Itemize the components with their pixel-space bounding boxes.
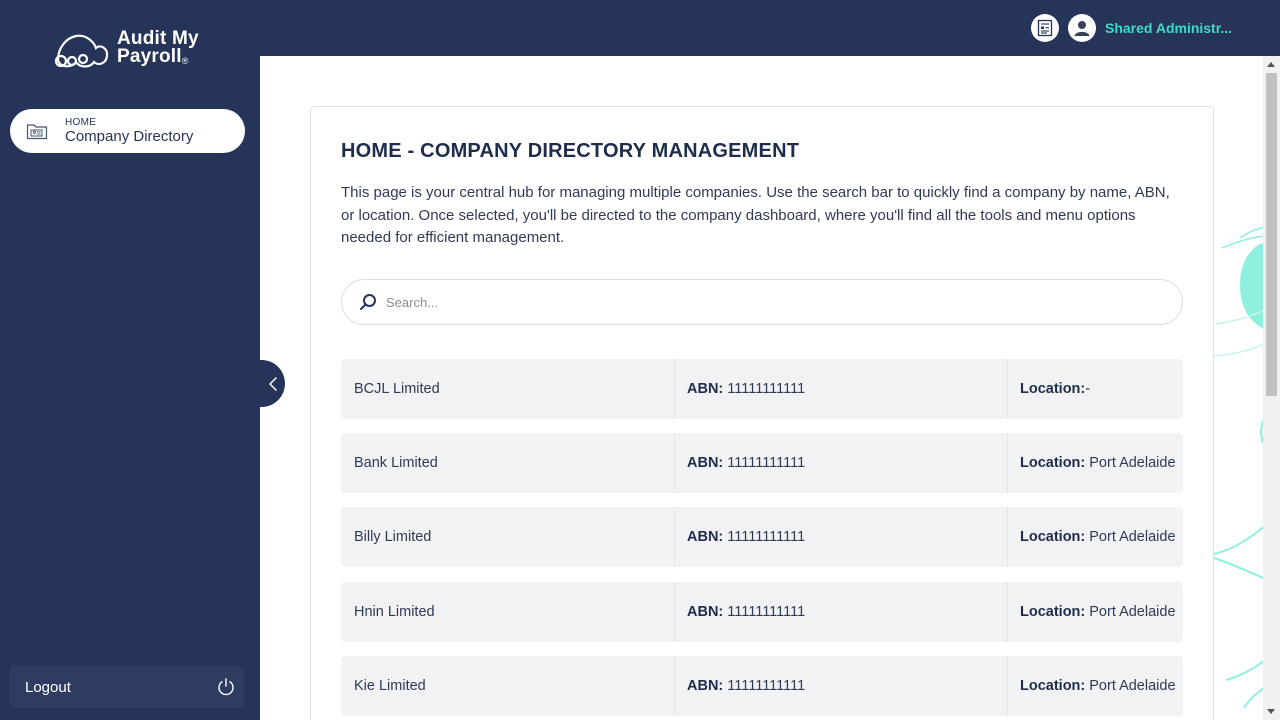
search-bar[interactable] — [341, 279, 1183, 325]
abn-value: 11111111111 — [727, 604, 806, 620]
company-abn: ABN: 11111111111 — [687, 359, 805, 419]
column-divider — [1007, 656, 1008, 716]
top-bar: Shared Administr... — [260, 0, 1280, 56]
page-scrollbar[interactable] — [1263, 56, 1280, 720]
company-location: Location: Port Adelaide — [1020, 507, 1176, 567]
company-name: Bank Limited — [354, 455, 438, 471]
location-label: Location: — [1020, 381, 1086, 397]
main-content: HOME - COMPANY DIRECTORY MANAGEMENT This… — [260, 56, 1263, 720]
company-abn: ABN: 11111111111 — [687, 656, 805, 716]
search-input[interactable] — [386, 294, 1182, 310]
scroll-up-arrow[interactable] — [1267, 62, 1275, 67]
power-icon — [218, 678, 234, 696]
sidebar-item-company-directory[interactable]: HOME Company Directory — [10, 109, 245, 153]
company-name: Kie Limited — [354, 678, 426, 694]
location-value: Port Adelaide — [1089, 604, 1176, 620]
chevron-left-icon — [268, 376, 277, 391]
location-value: - — [1085, 381, 1091, 397]
abn-label: ABN: — [687, 381, 724, 397]
company-location: Location: Port Adelaide — [1020, 433, 1176, 493]
nav-item-label: Company Directory — [65, 127, 194, 145]
brand-line-2: Payroll — [117, 46, 182, 67]
logout-button[interactable]: Logout — [10, 666, 244, 708]
column-divider — [674, 656, 675, 716]
column-divider — [1007, 582, 1008, 642]
nav-item-kicker: HOME — [65, 116, 97, 128]
location-label: Location: — [1020, 604, 1086, 620]
company-abn: ABN: 11111111111 — [687, 582, 805, 642]
location-label: Location: — [1020, 678, 1086, 694]
location-label: Location: — [1020, 455, 1086, 471]
avatar[interactable] — [1068, 14, 1096, 42]
company-row[interactable]: Kie Limited ABN: 11111111111 Location: Por… — [341, 656, 1183, 716]
company-row[interactable]: Hnin Limited ABN: 11111111111 Location: Po… — [341, 582, 1183, 642]
company-name: Hnin Limited — [354, 604, 435, 620]
abn-value: 11111111111 — [727, 678, 806, 694]
page-intro: This page is your central hub for managi… — [341, 184, 1170, 246]
column-divider — [674, 359, 675, 419]
company-row[interactable]: Billy Limited ABN: 11111111111 Location: P… — [341, 507, 1183, 567]
company-row[interactable]: BCJL Limited ABN: 11111111111 Location: - — [341, 359, 1183, 419]
location-value: Port Adelaide — [1089, 455, 1176, 471]
scroll-down-arrow[interactable] — [1267, 709, 1275, 714]
abn-label: ABN: — [687, 604, 724, 620]
decorative-waves — [1213, 226, 1263, 709]
location-label: Location: — [1020, 529, 1086, 545]
company-abn: ABN: 11111111111 — [687, 507, 805, 567]
report-button[interactable] — [1031, 14, 1059, 42]
abn-value: 11111111111 — [727, 381, 806, 397]
company-row[interactable]: Bank Limited ABN: 11111111111 Location: Po… — [341, 433, 1183, 493]
logo-mark-icon — [54, 34, 109, 68]
abn-label: ABN: — [687, 455, 724, 471]
column-divider — [674, 582, 675, 642]
user-icon — [1074, 21, 1090, 36]
company-abn: ABN: 11111111111 — [687, 433, 805, 493]
column-divider — [674, 507, 675, 567]
abn-value: 11111111111 — [727, 529, 806, 545]
folder-user-icon — [26, 124, 48, 140]
company-location: Location: - — [1020, 359, 1090, 419]
sidebar: Audit My Payroll® HOME Company Directory… — [0, 0, 260, 720]
location-value: Port Adelaide — [1089, 529, 1176, 545]
user-name-menu[interactable]: Shared Administr... — [1105, 20, 1232, 36]
column-divider — [1007, 359, 1008, 419]
location-value: Port Adelaide — [1089, 678, 1176, 694]
logout-label: Logout — [25, 678, 71, 696]
company-name: Billy Limited — [354, 529, 432, 545]
company-location: Location: Port Adelaide — [1020, 656, 1176, 716]
registered-mark: ® — [181, 56, 189, 66]
abn-label: ABN: — [687, 529, 724, 545]
report-icon — [1037, 19, 1053, 37]
abn-value: 11111111111 — [727, 455, 806, 471]
column-divider — [674, 433, 675, 493]
directory-card: HOME - COMPANY DIRECTORY MANAGEMENT This… — [310, 106, 1214, 720]
company-name: BCJL Limited — [354, 381, 440, 397]
company-location: Location: Port Adelaide — [1020, 582, 1176, 642]
brand-logo[interactable]: Audit My Payroll® — [52, 28, 199, 72]
scrollbar-thumb[interactable] — [1266, 73, 1277, 396]
column-divider — [1007, 507, 1008, 567]
abn-label: ABN: — [687, 678, 724, 694]
column-divider — [1007, 433, 1008, 493]
page-title: HOME - COMPANY DIRECTORY MANAGEMENT — [341, 140, 800, 162]
search-icon — [360, 294, 376, 310]
